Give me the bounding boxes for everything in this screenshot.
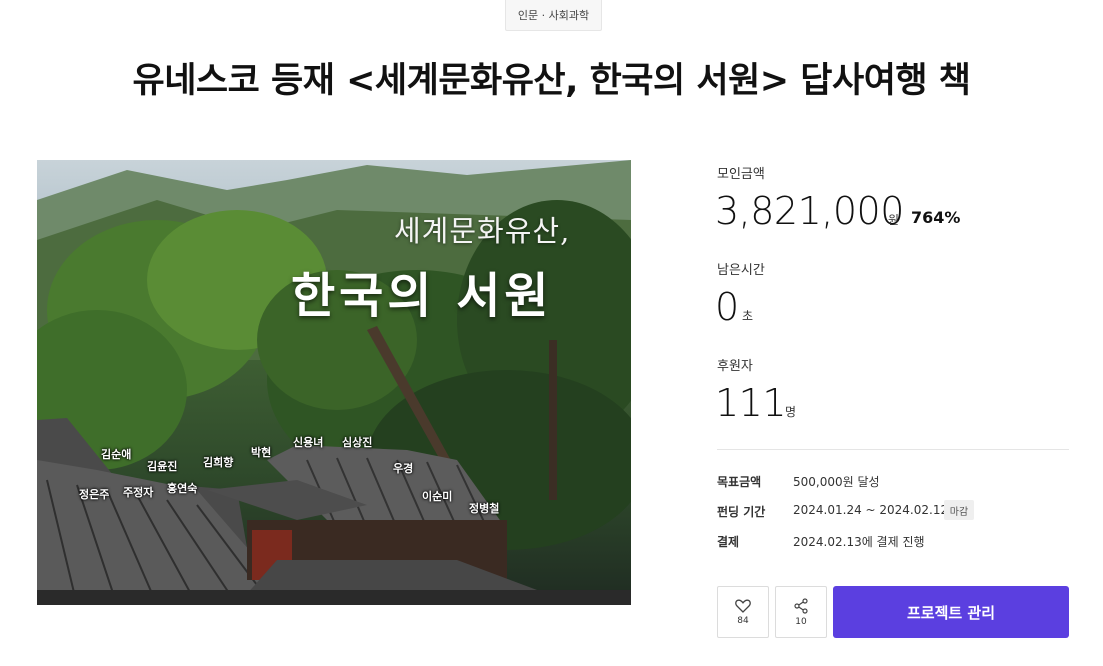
- cover-title-line2: 한국의 서원: [291, 268, 553, 324]
- time-label: 남은시간: [717, 263, 765, 278]
- backers-unit: 명: [785, 405, 797, 419]
- cover-author-name: 이순미: [422, 490, 453, 503]
- divider: [717, 449, 1069, 450]
- share-button[interactable]: 10: [775, 586, 827, 638]
- cover-author-name: 김희향: [203, 456, 234, 469]
- time-unit: 초: [742, 309, 754, 323]
- manage-project-button[interactable]: 프로젝트 관리: [833, 586, 1069, 638]
- amount-percent: 764%: [911, 208, 961, 227]
- amount-unit: 원: [888, 213, 900, 227]
- share-count: 10: [795, 616, 807, 627]
- backers-value: 111: [715, 381, 787, 425]
- cover-author-name: 김윤진: [147, 460, 178, 473]
- cover-author-name: 홍연숙: [167, 482, 198, 495]
- backers-label: 후원자: [717, 359, 753, 374]
- like-count: 84: [737, 615, 749, 626]
- payment-label: 결제: [717, 535, 740, 549]
- cover-author-name: 정병철: [469, 502, 500, 515]
- cover-author-name: 박현: [251, 446, 272, 459]
- page-title: 유네스코 등재 <세계문화유산, 한국의 서원> 답사여행 책: [132, 61, 971, 101]
- cover-author-name: 신용녀: [293, 436, 324, 449]
- period-label: 펀딩 기간: [717, 505, 766, 519]
- cover-author-name: 우경: [393, 462, 414, 475]
- cover-author-name: 정은주: [79, 488, 110, 501]
- amount-value: 3,821,000: [715, 189, 904, 233]
- amount-label: 모인금액: [717, 167, 765, 182]
- cover-author-name: 심상진: [342, 436, 373, 449]
- heart-icon: [735, 599, 751, 613]
- cover-author-name: 김순애: [101, 448, 132, 461]
- period-value: 2024.01.24 ~ 2024.02.12: [793, 503, 949, 517]
- cover-author-name: 주정자: [123, 486, 154, 499]
- time-value: 0: [715, 285, 739, 329]
- project-cover-image: 세계문화유산, 한국의 서원 김순애 김윤진 김희향 박현 신용녀 심상진 우경…: [37, 160, 631, 605]
- goal-label: 목표금액: [717, 475, 762, 489]
- share-icon: [794, 597, 808, 614]
- payment-value: 2024.02.13에 결제 진행: [793, 535, 925, 549]
- cover-title-line1: 세계문화유산,: [394, 214, 571, 248]
- like-button[interactable]: 84: [717, 586, 769, 638]
- goal-value: 500,000원 달성: [793, 475, 880, 489]
- category-badge[interactable]: 인문 · 사회과학: [505, 0, 602, 31]
- status-badge: 마감: [944, 500, 974, 520]
